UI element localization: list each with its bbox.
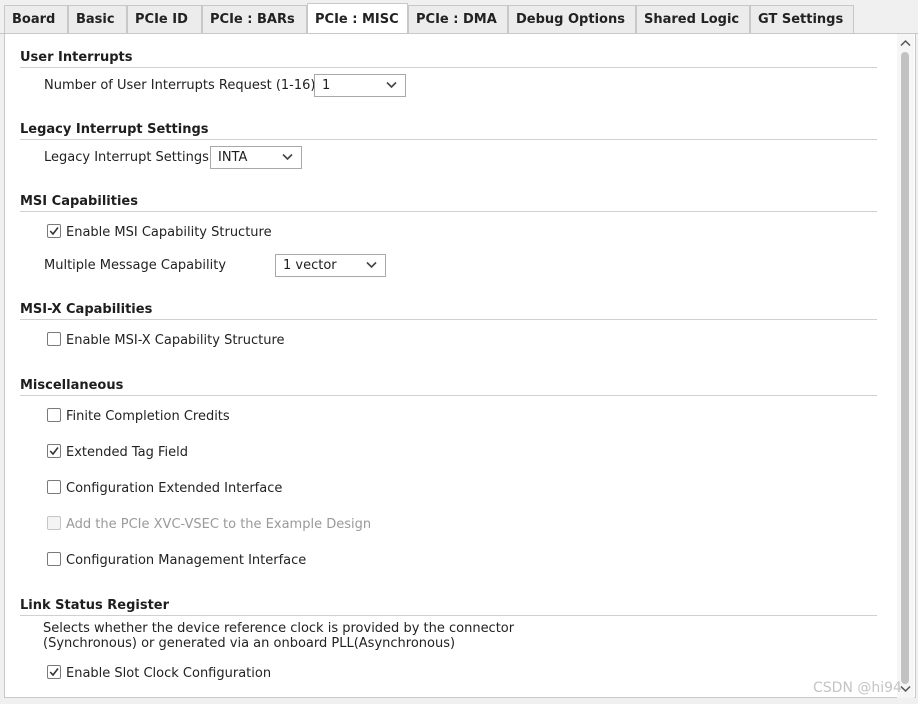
pcie-xvc-vsec-checkbox — [47, 516, 61, 530]
pcie-xvc-vsec-label: Add the PCIe XVC-VSEC to the Example Des… — [66, 517, 372, 532]
enable-slot-clock-checkbox[interactable] — [47, 665, 61, 679]
tab-debug-options[interactable]: Debug Options — [508, 5, 636, 33]
extended-tag-field-checkbox[interactable] — [47, 444, 61, 458]
extended-tag-field-label: Extended Tag Field — [66, 445, 189, 460]
scroll-up-arrow-icon[interactable] — [900, 39, 911, 47]
link-status-description: Selects whether the device reference clo… — [43, 621, 514, 651]
chevron-down-icon — [386, 81, 397, 89]
section-divider — [20, 67, 877, 68]
section-title-legacy-interrupt: Legacy Interrupt Settings — [20, 122, 209, 137]
tab-pcie-bars[interactable]: PCIe : BARs — [202, 5, 307, 33]
legacy-interrupt-value: INTA — [218, 150, 248, 165]
configuration-management-interface-label: Configuration Management Interface — [66, 553, 307, 568]
enable-msix-label: Enable MSI-X Capability Structure — [66, 333, 285, 348]
multiple-message-capability-value: 1 vector — [283, 258, 337, 273]
section-divider — [20, 395, 877, 396]
legacy-interrupt-select[interactable]: INTA — [210, 146, 302, 169]
vertical-scrollbar[interactable] — [897, 34, 914, 698]
finite-completion-credits-label: Finite Completion Credits — [66, 409, 230, 424]
section-divider — [20, 211, 877, 212]
section-title-miscellaneous: Miscellaneous — [20, 378, 124, 393]
checkmark-icon — [49, 668, 59, 677]
section-title-msix: MSI-X Capabilities — [20, 302, 153, 317]
configuration-management-interface-checkbox[interactable] — [47, 552, 61, 566]
checkmark-icon — [49, 227, 59, 236]
tab-shared-logic[interactable]: Shared Logic — [636, 5, 750, 33]
enable-msi-label: Enable MSI Capability Structure — [66, 225, 272, 240]
tab-pcie-misc[interactable]: PCIe : MISC — [307, 3, 408, 34]
link-status-description-line1: Selects whether the device reference clo… — [43, 621, 515, 636]
link-status-description-line2: (Synchronous) or generated via an onboar… — [43, 636, 456, 651]
multiple-message-capability-label: Multiple Message Capability — [44, 258, 227, 273]
tab-board[interactable]: Board — [4, 5, 68, 33]
multiple-message-capability-select[interactable]: 1 vector — [275, 254, 386, 277]
user-interrupts-select[interactable]: 1 — [314, 74, 406, 97]
enable-msi-checkbox[interactable] — [47, 224, 61, 238]
tab-pcie-dma[interactable]: PCIe : DMA — [408, 5, 508, 33]
section-title-user-interrupts: User Interrupts — [20, 50, 133, 65]
section-title-link-status-register: Link Status Register — [20, 598, 170, 613]
tab-bar: Board Basic PCIe ID PCIe : BARs PCIe : M… — [0, 0, 918, 34]
enable-slot-clock-label: Enable Slot Clock Configuration — [66, 666, 272, 681]
tab-pcie-id[interactable]: PCIe ID — [127, 5, 202, 33]
section-divider — [20, 615, 877, 616]
section-title-msi: MSI Capabilities — [20, 194, 138, 209]
user-interrupts-label: Number of User Interrupts Request (1-16) — [44, 78, 316, 93]
chevron-down-icon — [366, 261, 377, 269]
chevron-down-icon — [282, 153, 293, 161]
enable-msix-checkbox[interactable] — [47, 332, 61, 346]
checkmark-icon — [49, 447, 59, 456]
watermark: CSDN @hi94 — [813, 680, 902, 696]
configuration-extended-interface-checkbox[interactable] — [47, 480, 61, 494]
misc-settings-panel: User Interrupts Number of User Interrupt… — [4, 34, 916, 698]
tab-basic[interactable]: Basic — [68, 5, 127, 33]
tab-gt-settings[interactable]: GT Settings — [750, 5, 854, 33]
legacy-interrupt-label: Legacy Interrupt Settings — [44, 150, 209, 165]
section-divider — [20, 319, 877, 320]
section-divider — [20, 139, 877, 140]
configuration-extended-interface-label: Configuration Extended Interface — [66, 481, 283, 496]
scrollbar-thumb[interactable] — [901, 52, 909, 684]
finite-completion-credits-checkbox[interactable] — [47, 408, 61, 422]
user-interrupts-value: 1 — [322, 78, 331, 93]
